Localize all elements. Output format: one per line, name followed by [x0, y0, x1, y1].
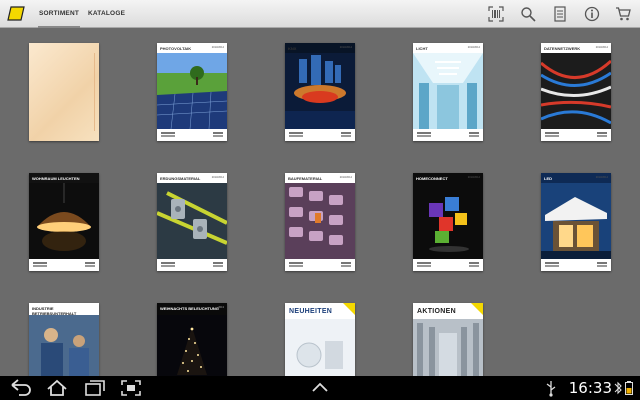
- cover-image: [157, 315, 227, 376]
- cover-title: WOHNRAUM LEUCHTEN: [32, 176, 80, 181]
- brand-corner: [471, 303, 483, 315]
- cover-image: [29, 315, 99, 376]
- app-window: SORTIMENT KATALOGE PHOTOVOLTAIK 2013/201…: [0, 0, 640, 400]
- catalog-grid: PHOTOVOLTAIK 2013/2014 KNX 2013/2014 LIC…: [0, 28, 640, 376]
- screenshot-icon[interactable]: [120, 379, 142, 397]
- usb-icon: [545, 379, 557, 397]
- cover-year: 2013/2014: [211, 176, 224, 179]
- catalog-cover-photovoltaik[interactable]: PHOTOVOLTAIK 2013/2014: [157, 43, 227, 141]
- cover-year: 2013/2014: [339, 176, 352, 179]
- catalog-cover-neuheiten[interactable]: NEUHEITEN: [285, 303, 355, 376]
- info-icon[interactable]: [584, 6, 600, 22]
- tab-kataloge[interactable]: KATALOGE: [88, 0, 125, 28]
- cover-title: LED: [544, 176, 552, 181]
- cart-icon[interactable]: [615, 6, 631, 22]
- cover-title: WEIHNACHTS BELEUCHTUNG: [160, 306, 219, 311]
- cover-year: 2013/2014: [595, 46, 608, 49]
- cover-image: [29, 183, 99, 259]
- tab-sortiment[interactable]: SORTIMENT: [38, 0, 80, 28]
- catalog-cover-wohnraum-leuchten[interactable]: WOHNRAUM LEUCHTEN: [29, 173, 99, 271]
- catalog-cover-licht[interactable]: LICHT 2013/2014: [413, 43, 483, 141]
- cover-year: 2013/2014: [339, 46, 352, 49]
- cover-title: KNX: [288, 46, 297, 51]
- catalog-cover-homeconnect[interactable]: HOMECONNECT 2013/2014: [413, 173, 483, 271]
- cover-image: [157, 53, 227, 129]
- chevron-up-icon[interactable]: [310, 379, 330, 397]
- cover-title: BAUFEMATERIAL: [288, 176, 323, 181]
- cover-image: [285, 53, 355, 129]
- cover-image: [157, 183, 227, 259]
- battery-icon: [624, 379, 634, 397]
- cover-footer: [541, 129, 611, 141]
- cover-image: [413, 183, 483, 259]
- cover-year: 2013/2014: [467, 176, 480, 179]
- catalog-cover[interactable]: [29, 43, 99, 141]
- action-bar: SORTIMENT KATALOGE: [0, 0, 640, 28]
- catalog-cover-industrie[interactable]: INDUSTRIE BETRIEBSUNTERHALT: [29, 303, 99, 376]
- search-icon[interactable]: [520, 6, 536, 22]
- cover-title: ERDUNGSMATERIAL: [160, 176, 201, 181]
- bluetooth-icon: [614, 379, 622, 397]
- catalog-cover-weihnachts[interactable]: WEIHNACHTS BELEUCHTUNG 2013: [157, 303, 227, 376]
- cover-footer: [413, 259, 483, 271]
- barcode-scan-icon[interactable]: [488, 6, 504, 22]
- cover-footer: [157, 259, 227, 271]
- status-clock: 16:33: [568, 379, 612, 397]
- catalog-cover-baufematerial[interactable]: BAUFEMATERIAL 2013/2014: [285, 173, 355, 271]
- cover-year: 2013/2014: [467, 46, 480, 49]
- catalog-cover-led[interactable]: LED 2013/2014: [541, 173, 611, 271]
- back-icon[interactable]: [10, 379, 32, 397]
- cover-year: 2013/2014: [595, 176, 608, 179]
- cover-footer: [541, 259, 611, 271]
- catalog-cover-datennetzwerk[interactable]: DATENNETZWERK 2013/2014: [541, 43, 611, 141]
- cover-image: [541, 183, 611, 259]
- cover-title: PHOTOVOLTAIK: [160, 46, 192, 51]
- cover-image: [541, 53, 611, 129]
- home-icon[interactable]: [46, 379, 68, 397]
- cover-year: 2013: [218, 306, 224, 309]
- cover-title: DATENNETZWERK: [544, 46, 581, 51]
- recent-apps-icon[interactable]: [84, 379, 106, 397]
- cover-footer: [413, 129, 483, 141]
- cover-image: [413, 319, 483, 376]
- cover-title: HOMECONNECT: [416, 176, 448, 181]
- app-logo-icon[interactable]: [7, 6, 25, 21]
- cover-title: AKTIONEN: [417, 308, 456, 315]
- cover-image: [285, 319, 355, 376]
- cover-footer: [29, 259, 99, 271]
- cover-footer: [285, 259, 355, 271]
- catalog-cover-erdungsmaterial[interactable]: ERDUNGSMATERIAL 2013/2014: [157, 173, 227, 271]
- system-navigation-bar: 16:33: [0, 376, 640, 400]
- cover-footer: [285, 129, 355, 141]
- cover-title: NEUHEITEN: [289, 308, 333, 315]
- catalog-cover-knx[interactable]: KNX 2013/2014: [285, 43, 355, 141]
- cover-title: LICHT: [416, 46, 428, 51]
- cover-image: [413, 53, 483, 129]
- list-icon[interactable]: [552, 6, 568, 22]
- cover-footer: [157, 129, 227, 141]
- brand-corner: [343, 303, 355, 315]
- catalog-cover-aktionen[interactable]: AKTIONEN: [413, 303, 483, 376]
- cover-decoration: [94, 53, 95, 131]
- cover-year: 2013/2014: [211, 46, 224, 49]
- cover-image: [285, 183, 355, 259]
